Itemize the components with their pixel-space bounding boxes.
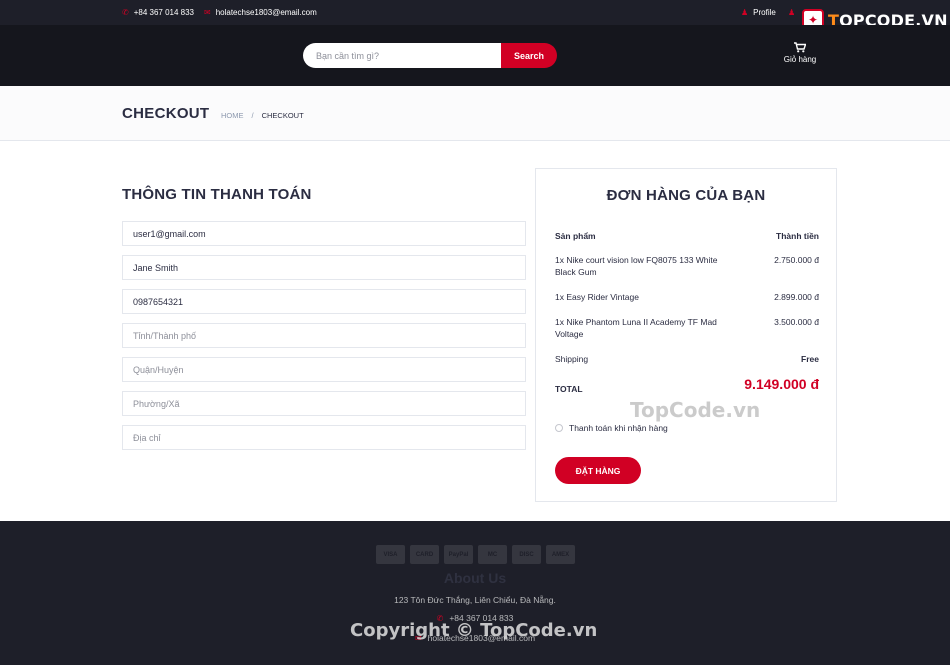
paypal-card-icon: PayPal xyxy=(444,545,473,564)
address-field[interactable] xyxy=(122,425,526,450)
discover-card-icon: DISC xyxy=(512,545,541,564)
total-value: 9.149.000 đ xyxy=(744,376,819,392)
payment-radio[interactable] xyxy=(555,424,563,432)
breadcrumb-separator: / xyxy=(251,111,254,120)
breadcrumb: CHECKOUT HOME / CHECKOUT xyxy=(0,86,950,141)
phone-field[interactable] xyxy=(122,289,526,314)
page-title: CHECKOUT xyxy=(122,105,210,122)
email-field[interactable] xyxy=(122,221,526,246)
province-field[interactable] xyxy=(122,323,526,348)
footer-email-text: holatechse1803@email.com xyxy=(427,633,536,643)
footer-phone[interactable]: ✆ +84 367 014 833 xyxy=(0,613,950,623)
shipping-label: Shipping xyxy=(555,354,589,364)
col-product-header: Sản phẩm xyxy=(555,231,596,241)
cart-icon xyxy=(794,42,806,53)
search-input[interactable] xyxy=(303,43,501,68)
footer-address-text: 123 Tôn Đức Thắng, Liên Chiểu, Đà Nẵng. xyxy=(394,595,556,605)
place-order-button[interactable]: ĐẶT HÀNG xyxy=(555,457,641,484)
name-field[interactable] xyxy=(122,255,526,280)
topbar-user-2[interactable]: ♟ xyxy=(788,8,795,17)
order-item-price: 3.500.000 đ xyxy=(774,317,819,327)
col-total-header: Thành tiền xyxy=(776,231,819,241)
order-item-name: 1x Nike Phantom Luna II Academy TF Mad V… xyxy=(555,317,717,339)
cart-link[interactable]: Giỏ hàng xyxy=(774,42,826,64)
cart-label: Giỏ hàng xyxy=(783,55,817,64)
envelope-icon: ✉ xyxy=(204,8,211,17)
footer: VISA CARD PayPal MC DISC AMEX About Us 1… xyxy=(0,521,950,665)
topbar-profile-text: Profile xyxy=(753,8,776,17)
visa-card-icon: VISA xyxy=(376,545,405,564)
topbar-phone-text: +84 367 014 833 xyxy=(133,8,194,17)
user-icon: ♟ xyxy=(741,8,749,17)
credit-card-icon: CARD xyxy=(410,545,439,564)
order-item-name: 1x Nike court vision low FQ8075 133 Whit… xyxy=(555,255,718,277)
footer-email[interactable]: ✉ holatechse1803@email.com xyxy=(0,633,950,643)
order-item-price: 2.899.000 đ xyxy=(774,292,819,302)
total-label: TOTAL xyxy=(555,384,583,394)
payment-option-label: Thanh toán khi nhận hàng xyxy=(569,423,668,433)
billing-title: THÔNG TIN THANH TOÁN xyxy=(122,186,312,203)
breadcrumb-current: CHECKOUT xyxy=(261,111,304,120)
topbar-phone[interactable]: ✆ +84 367 014 833 xyxy=(122,8,194,17)
order-item-price: 2.750.000 đ xyxy=(774,255,819,265)
shipping-value: Free xyxy=(801,354,819,364)
mastercard-card-icon: MC xyxy=(478,545,507,564)
search-button[interactable]: Search xyxy=(501,43,557,68)
order-title: ĐƠN HÀNG CỦA BẠN xyxy=(606,187,766,204)
footer-about-title: About Us xyxy=(443,570,507,586)
district-field[interactable] xyxy=(122,357,526,382)
order-summary: ĐƠN HÀNG CỦA BẠN Sản phẩm Thành tiền 1x … xyxy=(535,168,837,502)
topbar-email-text: holatechse1803@email.com xyxy=(215,8,317,17)
ward-field[interactable] xyxy=(122,391,526,416)
payment-option-cod[interactable]: Thanh toán khi nhận hàng xyxy=(555,423,668,433)
main-header: Search Giỏ hàng xyxy=(0,25,950,86)
payment-cards: VISA CARD PayPal MC DISC AMEX xyxy=(376,545,575,564)
footer-address: 123 Tôn Đức Thắng, Liên Chiểu, Đà Nẵng. xyxy=(0,595,950,605)
breadcrumb-home-link[interactable]: HOME xyxy=(221,111,244,120)
envelope-icon: ✉ xyxy=(414,634,422,643)
search-bar: Search xyxy=(303,43,557,68)
phone-icon: ✆ xyxy=(122,8,129,17)
user-icon: ♟ xyxy=(788,8,796,17)
topbar-profile[interactable]: ♟ Profile xyxy=(741,8,776,17)
order-item-name: 1x Easy Rider Vintage xyxy=(555,292,639,302)
footer-phone-text: +84 367 014 833 xyxy=(449,613,514,623)
breadcrumb-links: HOME / CHECKOUT xyxy=(221,111,304,120)
topbar-email[interactable]: ✉ holatechse1803@email.com xyxy=(204,8,317,17)
phone-icon: ✆ xyxy=(436,614,444,623)
amex-card-icon: AMEX xyxy=(546,545,575,564)
total-row: TOTAL 9.149.000 đ xyxy=(555,376,819,398)
